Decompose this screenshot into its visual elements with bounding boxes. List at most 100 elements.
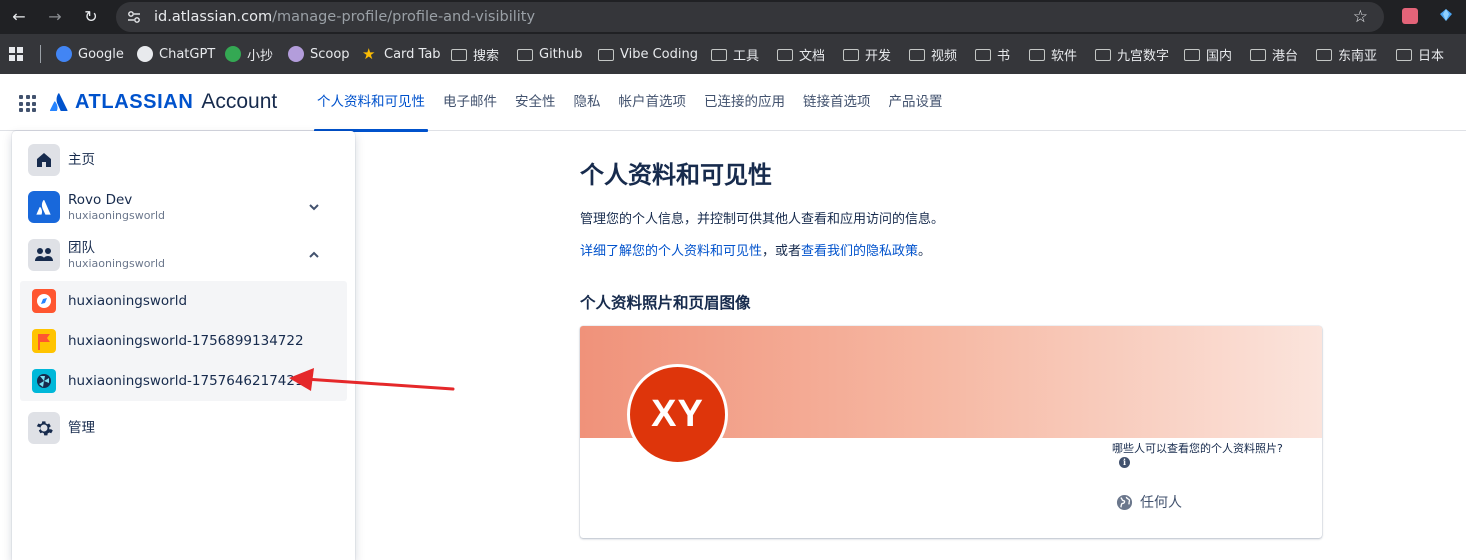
translate-extension-icon[interactable] <box>1402 8 1418 24</box>
menu-item-home[interactable]: 主页 <box>28 144 343 176</box>
compass-avatar-icon <box>32 289 56 313</box>
bookmark-item[interactable]: ChatGPT <box>137 34 215 74</box>
info-icon[interactable]: i <box>1119 457 1130 468</box>
bookmark-star-icon[interactable]: ☆ <box>1353 7 1368 27</box>
home-icon <box>28 144 60 176</box>
bookmark-label: 日本 <box>1418 48 1445 64</box>
visibility-value: 任何人 <box>1140 495 1182 511</box>
bookmark-label: Vibe Coding <box>620 46 698 62</box>
privacy-policy-link[interactable]: 查看我们的隐私政策 <box>801 244 918 259</box>
nav-tabs: 个人资料和可见性 电子邮件 安全性 隐私 帐户首选项 已连接的应用 链接首选项 产品设置 <box>308 74 952 132</box>
folder-icon <box>598 49 614 61</box>
bookmark-item[interactable]: 九宫数字 <box>1095 34 1169 74</box>
bookmark-item[interactable]: 国内 <box>1184 34 1232 74</box>
link-end: 。 <box>918 244 932 259</box>
main-content: 个人资料和可见性 管理您的个人信息，并控制可供其他人查看和应用访问的信息。 详细… <box>580 131 1322 560</box>
bookmark-label: ChatGPT <box>159 46 216 62</box>
bookmark-item[interactable]: 工具 <box>711 34 759 74</box>
fan-avatar-icon <box>32 369 56 393</box>
chatgpt-icon <box>137 46 153 62</box>
bookmark-label: 小抄 <box>247 48 274 64</box>
back-arrow-icon[interactable]: ← <box>8 6 30 28</box>
menu-item-rovo-dev[interactable]: Rovo Dev huxiaoningsworld <box>28 191 343 223</box>
tab-5[interactable]: 已连接的应用 <box>695 74 794 131</box>
avatar[interactable]: XY <box>627 364 728 465</box>
tab-2[interactable]: 安全性 <box>506 74 565 131</box>
page-title: 个人资料和可见性 <box>580 161 772 189</box>
profile-photo-card: XY 哪些人可以查看您的个人资料照片? i 任何人 <box>580 326 1322 538</box>
diamond-extension-icon[interactable] <box>1439 7 1453 23</box>
team-item-selected[interactable]: huxiaoningsworld-1757646217421 <box>32 369 304 393</box>
browser-toolbar: ← → ↻ id.atlassian.com/manage-profile/pr… <box>0 0 1466 34</box>
folder-icon <box>711 49 727 61</box>
chevron-down-icon[interactable] <box>307 200 321 214</box>
teams-title: 团队 <box>68 239 95 256</box>
bookmark-item[interactable]: Google <box>56 34 124 74</box>
folder-icon <box>975 49 991 61</box>
teams-subtitle: huxiaoningsworld <box>68 256 165 270</box>
team-item[interactable]: huxiaoningsworld-1756899134722 <box>32 329 304 353</box>
atlassian-logo-icon <box>49 93 68 111</box>
folder-icon <box>1316 49 1332 61</box>
tab-6[interactable]: 链接首选项 <box>794 74 880 131</box>
bookmark-item[interactable]: ★ Card Tab <box>362 34 441 74</box>
folder-icon <box>1396 49 1412 61</box>
url-path: /manage-profile/profile-and-visibility <box>272 9 536 25</box>
scoop-icon <box>288 46 304 62</box>
bookmark-item[interactable]: 小抄 <box>225 34 273 74</box>
bookmark-item[interactable]: 软件 <box>1029 34 1077 74</box>
bookmark-label: 港台 <box>1272 48 1299 64</box>
folder-icon <box>517 49 533 61</box>
bookmark-item[interactable]: Vibe Coding <box>598 34 698 74</box>
visibility-dropdown[interactable]: 任何人 <box>1116 492 1182 512</box>
tab-1[interactable]: 电子邮件 <box>434 74 506 131</box>
team-name: huxiaoningsworld-1756899134722 <box>68 333 304 349</box>
people-icon <box>28 239 60 271</box>
url-text[interactable]: id.atlassian.com/manage-profile/profile-… <box>154 2 535 32</box>
forward-arrow-icon[interactable]: → <box>44 6 66 28</box>
visibility-question: 哪些人可以查看您的个人资料照片? <box>1112 442 1283 455</box>
bookmark-label: 软件 <box>1051 48 1078 64</box>
bookmark-item[interactable]: 开发 <box>843 34 891 74</box>
team-item[interactable]: huxiaoningsworld <box>32 289 187 313</box>
app-header: ATLASSIAN Account 个人资料和可见性 电子邮件 安全性 隐私 帐户首选项… <box>0 74 1466 132</box>
bookmark-item[interactable]: Github <box>517 34 583 74</box>
atlassian-icon <box>28 191 60 223</box>
apps-grid-icon[interactable] <box>8 46 24 62</box>
app-switcher-icon[interactable] <box>19 95 36 112</box>
site-settings-icon[interactable] <box>126 9 142 25</box>
bookmark-item[interactable]: 东南亚 <box>1316 34 1377 74</box>
rovo-dev-title: Rovo Dev <box>68 191 133 208</box>
bookmarks-divider <box>40 45 41 63</box>
atlassian-logo[interactable]: ATLASSIAN Account <box>49 90 277 114</box>
menu-item-admin[interactable]: 管理 <box>28 412 343 444</box>
bookmark-item[interactable]: 书 <box>975 34 1010 74</box>
tab-7[interactable]: 产品设置 <box>880 74 952 131</box>
bookmark-item[interactable]: Scoop <box>288 34 350 74</box>
chevron-up-icon[interactable] <box>307 248 321 262</box>
bookmark-item[interactable]: 文档 <box>777 34 825 74</box>
info-links: 详细了解您的个人资料和可见性，或者查看我们的隐私政策。 <box>580 240 931 259</box>
bookmarks-bar: Google ChatGPT 小抄 Scoop ★ Card Tab 搜索 Github Vib… <box>0 34 1466 74</box>
globe-icon <box>1116 494 1133 510</box>
bookmark-label: 九宫数字 <box>1117 48 1170 64</box>
learn-more-link[interactable]: 详细了解您的个人资料和可见性 <box>580 244 762 259</box>
address-bar[interactable]: id.atlassian.com/manage-profile/profile-… <box>116 2 1384 32</box>
bookmark-item[interactable]: 港台 <box>1250 34 1298 74</box>
bookmark-label: 文档 <box>799 48 826 64</box>
bookmark-label: 视频 <box>931 48 958 64</box>
tab-3[interactable]: 隐私 <box>565 74 610 131</box>
logo-account-text: Account <box>201 90 278 113</box>
menu-item-teams[interactable]: 团队 huxiaoningsworld <box>28 239 343 271</box>
folder-icon <box>1095 49 1111 61</box>
tab-0[interactable]: 个人资料和可见性 <box>308 74 434 132</box>
bookmark-item[interactable]: 日本 <box>1396 34 1444 74</box>
reload-icon[interactable]: ↻ <box>80 6 102 28</box>
bookmark-label: 搜索 <box>473 48 500 64</box>
bookmark-label: 书 <box>997 48 1011 64</box>
tab-4[interactable]: 帐户首选项 <box>610 74 696 131</box>
flag-avatar-icon <box>32 329 56 353</box>
team-list: huxiaoningsworld huxiaoningsworld-175689… <box>20 281 347 401</box>
bookmark-item[interactable]: 视频 <box>909 34 957 74</box>
bookmark-item[interactable]: 搜索 <box>451 34 499 74</box>
